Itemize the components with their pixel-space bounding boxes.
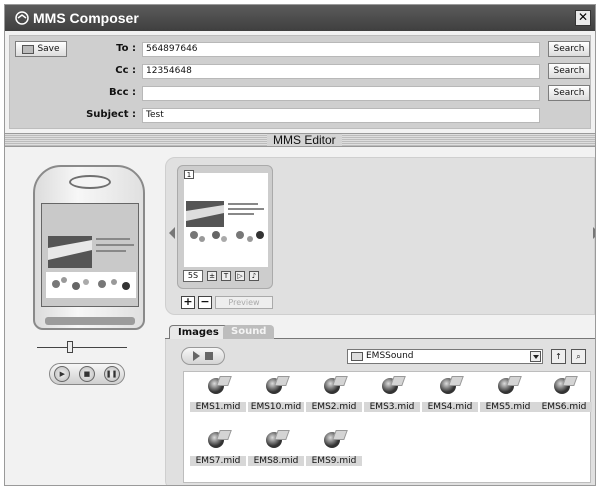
file-item[interactable]: EMS5.mid xyxy=(480,376,536,424)
preview-button[interactable]: Preview xyxy=(215,296,273,309)
to-search-button[interactable]: Search xyxy=(548,41,590,57)
cc-search-button[interactable]: Search xyxy=(548,63,590,79)
sound-icon[interactable]: ♪ xyxy=(249,271,259,281)
editor-title: MMS Editor xyxy=(267,134,342,146)
pause-icon[interactable]: ❚❚ xyxy=(103,366,120,382)
bcc-label: Bcc : xyxy=(109,87,136,98)
tab-sound[interactable]: Sound xyxy=(223,325,275,339)
duration-stepper-icon[interactable]: ± xyxy=(207,271,217,281)
play-icon[interactable] xyxy=(193,351,200,361)
file-item[interactable]: EMS1.mid xyxy=(190,376,246,424)
music-file-icon xyxy=(266,378,282,394)
slide-number: 1 xyxy=(184,170,194,179)
save-icon xyxy=(22,44,35,54)
phone-base xyxy=(45,317,135,325)
music-file-icon xyxy=(440,378,456,394)
browse-icon[interactable]: ⌕ xyxy=(571,349,586,364)
chevron-down-icon[interactable] xyxy=(530,351,541,362)
save-button[interactable]: Save xyxy=(15,41,67,57)
text-icon[interactable]: T xyxy=(221,271,231,281)
file-item[interactable]: EMS6.mid xyxy=(536,376,592,424)
folder-select[interactable]: EMSSound xyxy=(347,349,543,364)
file-name: EMS5.mid xyxy=(480,402,536,412)
music-file-icon xyxy=(324,378,340,394)
subject-label: Subject : xyxy=(86,109,136,120)
play-icon[interactable]: ▶ xyxy=(54,366,71,382)
file-item[interactable]: EMS7.mid xyxy=(190,430,246,478)
music-file-icon xyxy=(554,378,570,394)
stop-icon[interactable]: ■ xyxy=(78,366,95,382)
volume-slider-track[interactable] xyxy=(37,347,127,348)
music-file-icon xyxy=(208,378,224,394)
stop-icon[interactable] xyxy=(205,352,213,360)
slide-duration[interactable]: 5S xyxy=(183,270,203,282)
save-label: Save xyxy=(37,44,60,54)
folder-up-icon[interactable]: ↑ xyxy=(551,349,566,364)
window-title: MMS Composer xyxy=(33,10,139,26)
slide-thumb-image xyxy=(184,173,268,267)
music-file-icon xyxy=(266,432,282,448)
add-slide-button[interactable]: + xyxy=(181,296,195,309)
file-name: EMS2.mid xyxy=(306,402,362,412)
speaker-icon xyxy=(69,175,111,189)
sound-file-grid: EMS1.mid EMS10.mid EMS2.mid EMS3.mid EMS… xyxy=(183,371,592,483)
file-item[interactable]: EMS10.mid xyxy=(248,376,304,424)
bcc-search-button[interactable]: Search xyxy=(548,85,590,101)
next-slide-icon[interactable] xyxy=(593,227,595,239)
music-file-icon xyxy=(324,432,340,448)
mms-composer-window: MMS Composer ✕ Save To : 564897646 Searc… xyxy=(4,4,596,486)
phone-icon xyxy=(33,165,145,330)
playback-controls: ▶ ■ ❚❚ xyxy=(49,363,125,385)
file-item[interactable]: EMS4.mid xyxy=(422,376,478,424)
music-file-icon xyxy=(382,378,398,394)
file-item[interactable]: EMS2.mid xyxy=(306,376,362,424)
to-field[interactable]: 564897646 xyxy=(142,42,540,57)
bcc-field[interactable] xyxy=(142,86,540,101)
file-name: EMS3.mid xyxy=(364,402,420,412)
subject-field[interactable]: Test xyxy=(142,108,540,123)
file-name: EMS9.mid xyxy=(306,456,362,466)
folder-icon xyxy=(351,352,363,361)
cc-label: Cc : xyxy=(115,65,136,76)
tab-images[interactable]: Images xyxy=(169,325,228,339)
close-icon[interactable]: ✕ xyxy=(575,10,591,26)
file-item[interactable]: EMS3.mid xyxy=(364,376,420,424)
remove-slide-button[interactable]: − xyxy=(198,296,212,309)
volume-slider-handle[interactable] xyxy=(67,341,73,353)
file-item[interactable]: EMS8.mid xyxy=(248,430,304,478)
file-name: EMS6.mid xyxy=(536,402,592,412)
slide-canvas xyxy=(184,173,268,267)
file-name: EMS7.mid xyxy=(190,456,246,466)
prev-slide-icon[interactable] xyxy=(169,227,175,239)
media-tabs: Images Sound xyxy=(165,325,595,339)
folder-name: EMSSound xyxy=(366,351,414,361)
app-icon xyxy=(15,11,29,25)
file-item[interactable]: EMS9.mid xyxy=(306,430,362,478)
message-header: Save To : 564897646 Search Cc : 12354648… xyxy=(9,35,591,129)
to-label: To : xyxy=(116,43,136,54)
phone-screen xyxy=(41,203,139,307)
phone-preview: ▶ ■ ❚❚ xyxy=(27,157,157,389)
title-bar: MMS Composer ✕ xyxy=(5,5,595,31)
slide-preview-image xyxy=(42,204,138,306)
cc-field[interactable]: 12354648 xyxy=(142,64,540,79)
music-file-icon xyxy=(208,432,224,448)
editor-bar: MMS Editor xyxy=(5,133,595,147)
slide-tools: 5S ± T ▷ ♪ xyxy=(183,269,275,283)
sound-player xyxy=(181,347,225,365)
play-slide-icon[interactable]: ▷ xyxy=(235,271,245,281)
slide-actions: + − Preview xyxy=(181,296,273,309)
music-file-icon xyxy=(498,378,514,394)
file-name: EMS1.mid xyxy=(190,402,246,412)
file-name: EMS10.mid xyxy=(248,402,304,412)
file-name: EMS4.mid xyxy=(422,402,478,412)
file-name: EMS8.mid xyxy=(248,456,304,466)
